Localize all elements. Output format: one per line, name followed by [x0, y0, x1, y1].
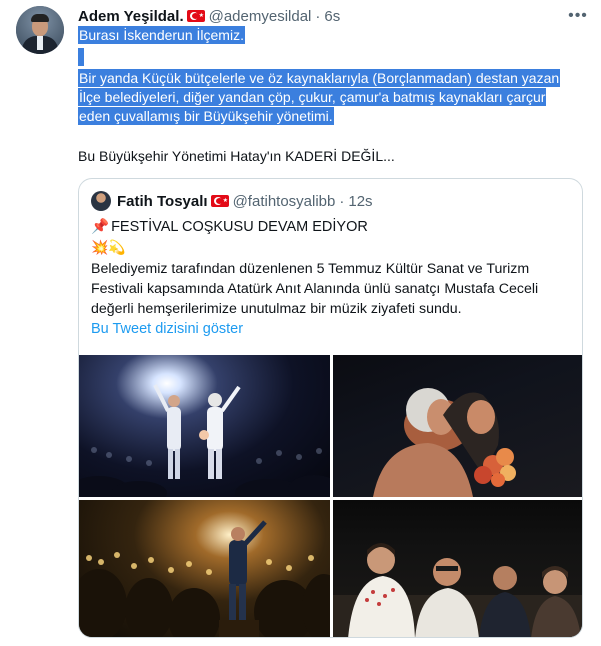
quoted-author-avatar[interactable]: [91, 191, 111, 211]
tweet-line: Bir yanda Küçük bütçelerle ve öz kaynakl…: [78, 69, 561, 87]
quoted-tweet-header: Fatih Tosyalı ★ @fatihtosyalibb · 12s: [91, 191, 373, 211]
pushpin-icon: 📌: [91, 219, 110, 235]
collision-dizzy-emoji-icons: 💥💫: [91, 239, 126, 255]
quoted-title-text: FESTİVAL COŞKUSU DEVAM EDİYOR: [111, 219, 368, 235]
tweet-line: Burası İskenderun İlçemiz.: [78, 26, 245, 44]
more-dots-icon: •••: [568, 7, 588, 24]
singer-crowd-photo[interactable]: [79, 500, 330, 637]
more-options-button[interactable]: •••: [566, 6, 590, 26]
quoted-body-line: Belediyemiz tarafından düzenlenen 5 Temm…: [91, 261, 530, 277]
turkey-flag-icon: ★: [210, 195, 229, 207]
quoted-tweet-card[interactable]: Fatih Tosyalı ★ @fatihtosyalibb · 12s 📌 F…: [78, 178, 583, 638]
quoted-tweet-time[interactable]: 12s: [348, 193, 372, 210]
quoted-body: Belediyemiz tarafından düzenlenen 5 Temm…: [91, 259, 573, 319]
quoted-body-line: Festivali kapsamında Atatürk Anıt Alanın…: [91, 281, 539, 297]
quoted-body-line: değerli hemşerilerimize unutulmaz bir mü…: [91, 301, 462, 317]
tweet-text: Burası İskenderun İlçemiz. Bir yanda Küç…: [78, 26, 590, 166]
quoted-author-name[interactable]: Fatih Tosyalı: [117, 193, 208, 210]
quoted-title: 📌 FESTİVAL COŞKUSU DEVAM EDİYOR: [91, 217, 571, 237]
author-avatar[interactable]: [16, 6, 64, 54]
embrace-with-flowers-photo[interactable]: [333, 355, 582, 497]
tweet-line-empty: [78, 48, 84, 66]
show-thread-link[interactable]: Bu Tweet dizisini göster: [91, 321, 243, 337]
separator-dot: ·: [339, 192, 345, 210]
tweet-header: Adem Yeşildal. ★ @ademyesildal · 6s: [78, 6, 340, 26]
concert-stage-waving-photo[interactable]: [79, 355, 330, 497]
separator-dot: ·: [315, 7, 321, 25]
media-grid: [79, 355, 582, 637]
author-name[interactable]: Adem Yeşildal.: [78, 8, 184, 25]
tweet-line: İlçe belediyeleri, diğer yandan çöp, çuk…: [78, 88, 547, 106]
tweet-time[interactable]: 6s: [324, 8, 340, 25]
turkey-flag-icon: ★: [186, 10, 205, 22]
tweet-line: Bu Büyükşehir Yönetimi Hatay'ın KADERİ D…: [78, 148, 395, 164]
author-handle[interactable]: @ademyesildal: [209, 8, 312, 25]
tweet-line: eden çuvallamış bir Büyükşehir yönetimi.: [78, 107, 334, 125]
quoted-author-handle[interactable]: @fatihtosyalibb: [233, 193, 336, 210]
audience-seated-officials-photo[interactable]: [333, 500, 582, 637]
